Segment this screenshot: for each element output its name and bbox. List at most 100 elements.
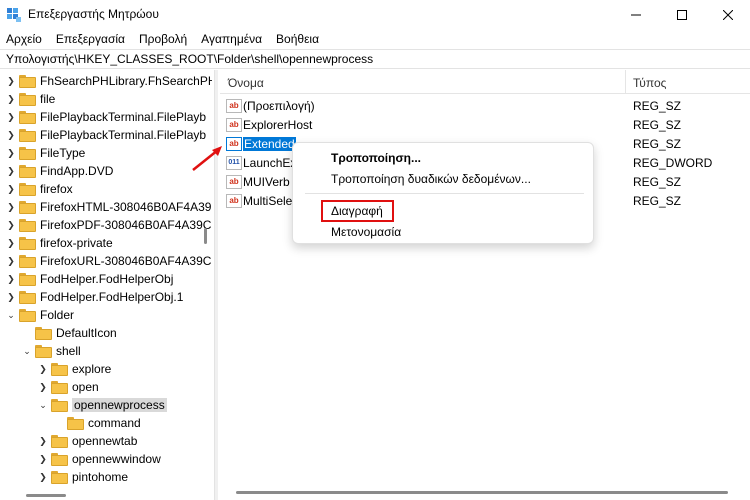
chevron-right-icon[interactable]: ❯ xyxy=(6,72,16,90)
column-header-name[interactable]: Όνομα xyxy=(228,76,264,90)
value-type: REG_SZ xyxy=(633,174,682,189)
minimize-button[interactable] xyxy=(613,0,659,30)
chevron-right-icon[interactable]: ❯ xyxy=(6,90,16,108)
list-horizontal-scrollbar[interactable] xyxy=(236,491,728,494)
chevron-right-icon[interactable]: ❯ xyxy=(38,360,48,378)
chevron-down-icon[interactable]: ⌄ xyxy=(38,396,48,414)
list-row[interactable]: ab ExplorerHost REG_SZ xyxy=(220,115,750,134)
address-path[interactable]: Υπολογιστής\HKEY_CLASSES_ROOT\Folder\she… xyxy=(6,52,373,66)
chevron-right-icon[interactable]: ❯ xyxy=(38,378,48,396)
chevron-right-icon[interactable]: ❯ xyxy=(6,180,16,198)
tree-item[interactable]: ❯ opennewwindow xyxy=(38,450,161,468)
dword-value-icon: 011 xyxy=(226,155,242,170)
chevron-right-icon[interactable]: ❯ xyxy=(38,432,48,450)
chevron-right-icon[interactable]: ❯ xyxy=(6,288,16,306)
registry-editor-icon xyxy=(7,8,21,22)
tree-item[interactable]: ❯ FodHelper.FodHelperObj xyxy=(6,270,173,288)
context-rename[interactable]: Μετονομασία xyxy=(331,225,401,239)
tree-item-label: FhSearchPHLibrary.FhSearchPH xyxy=(40,74,212,88)
tree-item[interactable]: ❯ pintohome xyxy=(38,468,128,486)
tree-item[interactable]: ❯ explore xyxy=(38,360,111,378)
context-modify[interactable]: Τροποποίηση... xyxy=(331,151,421,165)
chevron-right-icon[interactable]: ❯ xyxy=(6,126,16,144)
chevron-right-icon[interactable]: ❯ xyxy=(38,468,48,486)
folder-icon xyxy=(19,236,36,250)
chevron-right-icon[interactable]: ❯ xyxy=(38,450,48,468)
folder-icon xyxy=(51,470,68,484)
tree-item-selected[interactable]: ⌄ opennewprocess xyxy=(38,396,167,414)
menu-file[interactable]: Αρχείο xyxy=(6,32,42,46)
menu-view[interactable]: Προβολή xyxy=(139,32,187,46)
tree-item-label: FindApp.DVD xyxy=(40,164,114,178)
chevron-down-icon[interactable]: ⌄ xyxy=(22,342,32,360)
tree-item-label: FilePlaybackTerminal.FilePlayb xyxy=(40,110,207,124)
tree-horizontal-scrollbar[interactable] xyxy=(0,486,212,500)
column-divider[interactable] xyxy=(625,70,626,94)
folder-icon xyxy=(19,200,36,214)
tree-item[interactable]: ❯ open xyxy=(38,378,99,396)
tree-item-label: command xyxy=(88,416,141,430)
tree-item[interactable]: ❯ FileType xyxy=(6,144,85,162)
menu-favorites[interactable]: Αγαπημένα xyxy=(201,32,262,46)
address-bar[interactable]: Υπολογιστής\HKEY_CLASSES_ROOT\Folder\she… xyxy=(0,49,750,69)
tree-item-label: FodHelper.FodHelperObj xyxy=(40,272,174,286)
chevron-down-icon[interactable]: ⌄ xyxy=(6,306,16,324)
maximize-icon xyxy=(677,10,687,20)
tree-vertical-scrollbar[interactable] xyxy=(200,70,212,486)
tree-item[interactable]: ❯ FindApp.DVD xyxy=(6,162,113,180)
tree-item[interactable]: command xyxy=(54,414,141,432)
chevron-right-icon[interactable]: ❯ xyxy=(6,144,16,162)
folder-icon xyxy=(19,254,36,268)
tree-item-label: FirefoxPDF-308046B0AF4A39C xyxy=(40,218,212,232)
tree-item[interactable]: ❯ FirefoxURL-308046B0AF4A39C xyxy=(6,252,211,270)
folder-icon xyxy=(35,326,52,340)
folder-icon xyxy=(51,398,68,412)
chevron-right-icon[interactable]: ❯ xyxy=(6,162,16,180)
folder-icon xyxy=(19,146,36,160)
tree-item[interactable]: ❯ firefox-private xyxy=(6,234,112,252)
tree-item-label: opennewtab xyxy=(72,434,138,448)
folder-icon xyxy=(19,74,36,88)
chevron-right-icon[interactable]: ❯ xyxy=(6,252,16,270)
chevron-right-icon[interactable]: ❯ xyxy=(6,108,16,126)
tree-item-label: open xyxy=(72,380,99,394)
chevron-right-icon[interactable]: ❯ xyxy=(6,198,16,216)
tree-item[interactable]: DefaultIcon xyxy=(22,324,117,342)
value-type: REG_DWORD xyxy=(633,155,713,170)
tree-item-label: explore xyxy=(72,362,112,376)
tree-item[interactable]: ❯ opennewtab xyxy=(38,432,137,450)
string-value-icon: ab xyxy=(226,136,242,151)
folder-icon xyxy=(51,380,68,394)
scrollbar-thumb[interactable] xyxy=(26,494,66,497)
context-modify-binary[interactable]: Τροποποίηση δυαδικών δεδομένων... xyxy=(331,172,531,186)
tree-item-label: FirefoxHTML-308046B0AF4A39C xyxy=(40,200,212,214)
menu-edit[interactable]: Επεξεργασία xyxy=(56,32,125,46)
tree-item[interactable]: ❯ FilePlaybackTerminal.FilePlayb xyxy=(6,108,206,126)
close-button[interactable] xyxy=(705,0,750,30)
tree-item-shell[interactable]: ⌄ shell xyxy=(22,342,81,360)
tree-item-folder[interactable]: ⌄ Folder xyxy=(6,306,74,324)
tree-item[interactable]: ❯ file xyxy=(6,90,55,108)
column-header-type[interactable]: Τύπος xyxy=(633,76,666,90)
tree-item[interactable]: ❯ FirefoxPDF-308046B0AF4A39C xyxy=(6,216,211,234)
chevron-right-icon[interactable]: ❯ xyxy=(6,216,16,234)
tree-item[interactable]: ❯ FirefoxHTML-308046B0AF4A39C xyxy=(6,198,212,216)
annotation-arrow-icon xyxy=(192,146,222,171)
key-tree[interactable]: ❯ FhSearchPHLibrary.FhSearchPH ❯ file ❯ Fil… xyxy=(0,70,212,500)
value-name: MUIVerb xyxy=(243,174,290,189)
list-row[interactable]: ab (Προεπιλογή) REG_SZ xyxy=(220,96,750,115)
tree-item-label: shell xyxy=(56,344,81,358)
chevron-right-icon[interactable]: ❯ xyxy=(6,270,16,288)
menu-help[interactable]: Βοήθεια xyxy=(276,32,319,46)
tree-item[interactable]: ❯ FhSearchPHLibrary.FhSearchPH xyxy=(6,72,212,90)
folder-icon xyxy=(67,416,84,430)
tree-item[interactable]: ❯ FilePlaybackTerminal.FilePlayb xyxy=(6,126,206,144)
scrollbar-thumb[interactable] xyxy=(204,228,207,244)
maximize-button[interactable] xyxy=(659,0,705,30)
values-list[interactable]: Όνομα Τύπος ab (Προεπιλογή) REG_SZ ab Ex… xyxy=(220,70,750,500)
value-name: Extended xyxy=(243,136,296,151)
chevron-right-icon[interactable]: ❯ xyxy=(6,234,16,252)
pane-splitter[interactable] xyxy=(214,70,218,500)
tree-item[interactable]: ❯ FodHelper.FodHelperObj.1 xyxy=(6,288,183,306)
tree-item[interactable]: ❯ firefox xyxy=(6,180,72,198)
